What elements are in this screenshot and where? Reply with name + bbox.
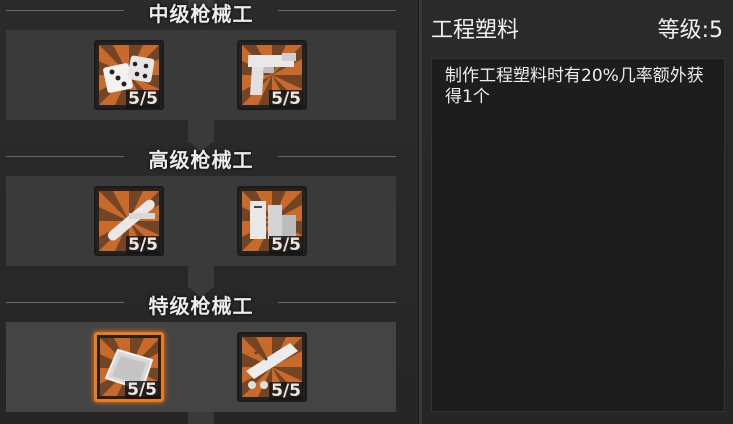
- tree-connector: [188, 266, 214, 288]
- skill-tile-pistol[interactable]: 5/5: [237, 40, 307, 110]
- skill-tile-crate[interactable]: 5/5: [237, 186, 307, 256]
- skill-level: 5/5: [126, 235, 160, 255]
- tier-header: 高级枪械工: [6, 144, 396, 172]
- tier-title: 高级枪械工: [148, 148, 254, 172]
- skill-level: 5/5: [126, 89, 160, 109]
- tree-connector: [188, 412, 214, 424]
- tier-title: 特级枪械工: [148, 294, 254, 318]
- tier-row: 5/5 5/5: [6, 30, 396, 120]
- skill-level: 5/5: [269, 381, 303, 401]
- tier-row: 5/5 5/5: [6, 322, 396, 412]
- skill-description: 制作工程塑料时有20%几率额外获得1个: [445, 66, 704, 107]
- skill-name: 工程塑料: [431, 18, 520, 43]
- tier-title: 中级枪械工: [148, 2, 254, 26]
- tier-row: 5/5 5/5: [6, 176, 396, 266]
- skill-tile-plastic-sheet[interactable]: 5/5: [94, 332, 164, 402]
- skill-tile-pipe[interactable]: 5/5: [94, 186, 164, 256]
- tree-connector: [188, 120, 214, 142]
- tier-header: 中级枪械工: [6, 0, 396, 26]
- skill-tile-rail[interactable]: 5/5: [237, 332, 307, 402]
- skill-tile-dice[interactable]: 5/5: [94, 40, 164, 110]
- skill-level-label: 等级:5: [657, 18, 723, 43]
- tier-header: 特级枪械工: [6, 290, 396, 318]
- skill-detail-panel: 工程塑料 等级:5 制作工程塑料时有20%几率额外获得1个: [422, 0, 733, 424]
- skill-level: 5/5: [269, 235, 303, 255]
- skill-description-box: 制作工程塑料时有20%几率额外获得1个: [431, 58, 725, 412]
- skill-tree-panel: 中级枪械工 5/5 5/5 高级枪械工 5/5 5/5 特级枪械工 5/5 5/…: [0, 0, 418, 424]
- skill-level: 5/5: [125, 380, 159, 400]
- skill-level: 5/5: [269, 89, 303, 109]
